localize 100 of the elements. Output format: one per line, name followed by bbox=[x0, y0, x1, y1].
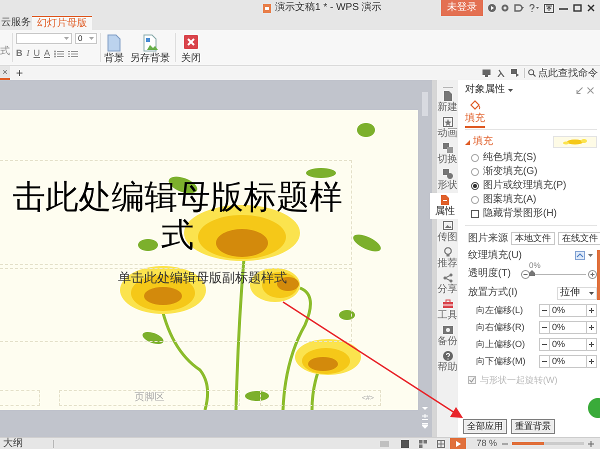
placement-dropdown[interactable]: 拉伸 bbox=[557, 286, 597, 300]
paint-bucket-icon bbox=[469, 100, 481, 111]
panel-button[interactable]: 全部应用 bbox=[463, 419, 507, 434]
increment-button[interactable] bbox=[586, 356, 596, 367]
login-button[interactable]: 未登录 bbox=[441, 0, 483, 16]
offset-spinbox[interactable]: 0% bbox=[539, 338, 597, 351]
new-tab-button[interactable]: + bbox=[16, 67, 24, 79]
normal-view-icon[interactable] bbox=[401, 440, 410, 448]
sidebar-item[interactable]: 推荐 bbox=[434, 245, 460, 271]
command-search-field[interactable]: 点此查找命令 bbox=[528, 68, 600, 78]
ribbon-button[interactable]: 另存背景 bbox=[127, 30, 173, 65]
section-header: 填充 bbox=[473, 137, 493, 147]
format-button[interactable]: A bbox=[44, 49, 50, 58]
scroll-marker bbox=[597, 250, 600, 300]
sidebar-item[interactable]: 形状 bbox=[434, 167, 460, 193]
texture-dropdown[interactable] bbox=[573, 250, 595, 262]
radio-button[interactable] bbox=[471, 182, 479, 190]
font-size-dropdown[interactable]: 0 bbox=[75, 33, 97, 44]
field-label: 向右偏移(R) bbox=[476, 323, 524, 332]
triangle-icon[interactable] bbox=[465, 140, 470, 144]
flower-thumbnail-drawing bbox=[560, 138, 590, 146]
ribbon-button[interactable]: 关闭 bbox=[178, 30, 204, 65]
increment-button[interactable] bbox=[586, 339, 596, 350]
plus-icon bbox=[589, 359, 594, 364]
decrement-button[interactable] bbox=[540, 356, 550, 367]
sidebar-item[interactable]: 动画 bbox=[434, 115, 460, 141]
image-icon bbox=[442, 221, 452, 231]
minus-icon bbox=[542, 361, 547, 362]
panel-title: 对象属性 bbox=[465, 85, 505, 95]
source-button[interactable]: 本地文件 bbox=[511, 232, 555, 245]
plus-icon bbox=[589, 308, 594, 313]
sidebar-item[interactable]: 分享 bbox=[434, 271, 460, 297]
document-icon bbox=[442, 91, 452, 101]
format-button[interactable]: U bbox=[34, 49, 40, 58]
star-icon bbox=[442, 117, 452, 127]
source-button[interactable]: 在线文件 bbox=[558, 232, 600, 245]
decrement-button[interactable] bbox=[540, 322, 550, 333]
date-text-field[interactable] bbox=[0, 390, 40, 406]
menu-tab[interactable]: 幻灯片母版 bbox=[32, 16, 92, 30]
document-icon bbox=[440, 195, 450, 205]
message-icon[interactable] bbox=[511, 69, 520, 77]
maximize-icon[interactable] bbox=[573, 4, 582, 12]
checkbox[interactable] bbox=[471, 210, 479, 218]
minus-icon[interactable] bbox=[502, 442, 508, 444]
menu-tab[interactable]: 云服务 bbox=[0, 16, 32, 30]
close-icon bbox=[182, 34, 200, 52]
slider-thumb-icon[interactable] bbox=[529, 270, 535, 276]
tab-close-button[interactable]: × bbox=[0, 66, 10, 80]
sidebar-item[interactable]: 切换 bbox=[434, 141, 460, 167]
plus-circle-icon[interactable] bbox=[588, 270, 597, 278]
bullet-list-icon[interactable] bbox=[54, 50, 64, 58]
zoom-slider[interactable] bbox=[512, 442, 584, 445]
outline-label: 大纲 bbox=[3, 438, 23, 448]
caret-icon bbox=[64, 37, 69, 40]
decrement-button[interactable] bbox=[540, 305, 550, 316]
caret-icon bbox=[588, 254, 593, 257]
caret-down-icon[interactable] bbox=[508, 88, 513, 92]
zoom-level: 78 % bbox=[476, 439, 497, 448]
ribbon-label: 式 bbox=[0, 47, 10, 57]
increment-button[interactable] bbox=[586, 305, 596, 316]
grid-view-icon[interactable] bbox=[419, 440, 428, 448]
offset-value: 0% bbox=[551, 356, 566, 367]
minus-circle-icon[interactable] bbox=[521, 270, 530, 278]
radio-button[interactable] bbox=[471, 154, 479, 162]
format-button[interactable]: I bbox=[26, 49, 30, 58]
sidebar-item[interactable]: 传图 bbox=[434, 219, 460, 245]
radio-button[interactable] bbox=[471, 168, 479, 176]
caret-icon bbox=[89, 37, 94, 40]
play-button[interactable] bbox=[450, 438, 466, 449]
dropdown-value: 拉伸 bbox=[560, 288, 580, 298]
sidebar-item[interactable]: 新建 bbox=[434, 89, 460, 115]
numbered-list-icon[interactable] bbox=[68, 50, 78, 58]
field-label: 放置方式(I) bbox=[468, 288, 518, 298]
close-icon[interactable] bbox=[587, 4, 595, 12]
play-circle-icon[interactable] bbox=[488, 4, 496, 12]
pin-icon[interactable] bbox=[576, 86, 583, 94]
minus-icon bbox=[542, 327, 547, 328]
offset-spinbox[interactable]: 0% bbox=[539, 304, 597, 317]
sidebar-item[interactable]: 属性 bbox=[430, 193, 460, 219]
plus-icon[interactable] bbox=[588, 440, 594, 446]
monitor-icon[interactable] bbox=[482, 69, 491, 77]
panel-button[interactable]: 重置背景 bbox=[511, 419, 555, 434]
reading-view-icon[interactable] bbox=[437, 440, 446, 448]
page-icon bbox=[106, 34, 122, 52]
radio-button[interactable] bbox=[471, 196, 479, 204]
backup-icon bbox=[442, 325, 452, 335]
offset-spinbox[interactable]: 0% bbox=[539, 321, 597, 334]
format-button[interactable]: B bbox=[16, 49, 22, 58]
minus-icon bbox=[542, 310, 547, 311]
decrement-button[interactable] bbox=[540, 339, 550, 350]
ribbon-button[interactable]: 背景 bbox=[101, 30, 127, 65]
font-size-value: 0 bbox=[78, 34, 82, 42]
increment-button[interactable] bbox=[586, 322, 596, 333]
offset-spinbox[interactable]: 0% bbox=[539, 355, 597, 368]
shapes-icon bbox=[442, 169, 452, 179]
help-icon[interactable] bbox=[529, 4, 539, 12]
offset-value: 0% bbox=[551, 305, 566, 316]
gear-icon[interactable] bbox=[501, 4, 509, 12]
plus-icon bbox=[589, 342, 594, 347]
window-mode-icon[interactable] bbox=[544, 4, 554, 12]
